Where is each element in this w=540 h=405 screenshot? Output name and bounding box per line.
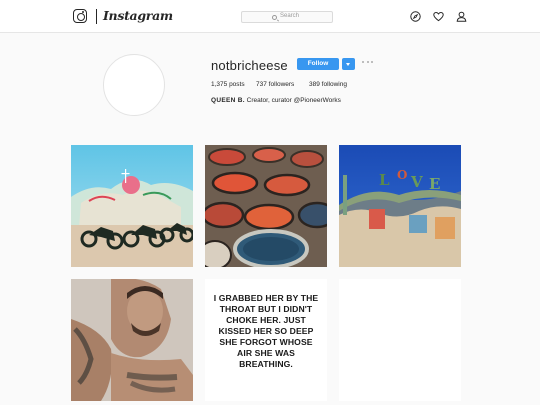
svg-text:V: V — [410, 173, 423, 191]
posts-count: 1,375 posts — [211, 81, 245, 88]
svg-text:O: O — [397, 168, 407, 182]
followers-count[interactable]: 737 followers — [256, 81, 294, 88]
more-options-icon[interactable] — [362, 61, 374, 65]
bio-text: Creator, curator @PioneerWorks — [246, 97, 341, 104]
top-navigation-bar: Instagram Search — [0, 0, 540, 33]
person-icon[interactable] — [456, 11, 467, 22]
motorcycles-photo — [71, 169, 193, 267]
instagram-wordmark[interactable]: Instagram — [103, 8, 173, 23]
search-placeholder: Search — [280, 13, 300, 19]
paint-buckets-photo — [205, 145, 327, 267]
instagram-glyph-icon[interactable] — [73, 9, 87, 23]
compass-icon[interactable] — [410, 11, 421, 22]
search-input[interactable]: Search — [241, 11, 333, 23]
svg-text:L: L — [379, 171, 390, 189]
follow-button[interactable]: Follow — [297, 58, 339, 70]
svg-text:E: E — [429, 175, 440, 193]
bio-name: QUEEN B. — [211, 97, 245, 104]
profile-avatar[interactable] — [103, 54, 165, 116]
search-icon — [272, 15, 277, 20]
love-sign-photo: L O V E — [339, 168, 461, 267]
post-thumbnail[interactable] — [71, 279, 193, 401]
tattooed-man-photo — [71, 279, 193, 401]
suggestions-dropdown-button[interactable] — [342, 58, 355, 70]
post-thumbnail[interactable] — [205, 145, 327, 267]
heart-icon[interactable] — [433, 11, 444, 22]
post-thumbnail[interactable] — [71, 145, 193, 267]
post-thumbnail[interactable]: I GRABBED HER BY THE THROAT BUT I DIDN'T… — [205, 279, 327, 401]
post-thumbnail[interactable]: L O V E — [339, 145, 461, 267]
profile-username: notbricheese — [211, 58, 288, 73]
profile-bio: QUEEN B. Creator, curator @PioneerWorks — [211, 97, 341, 104]
logo-divider — [96, 9, 97, 24]
quote-text: I GRABBED HER BY THE THROAT BUT I DIDN'T… — [213, 293, 319, 369]
following-count[interactable]: 389 following — [309, 81, 347, 88]
post-thumbnail[interactable] — [339, 279, 461, 401]
